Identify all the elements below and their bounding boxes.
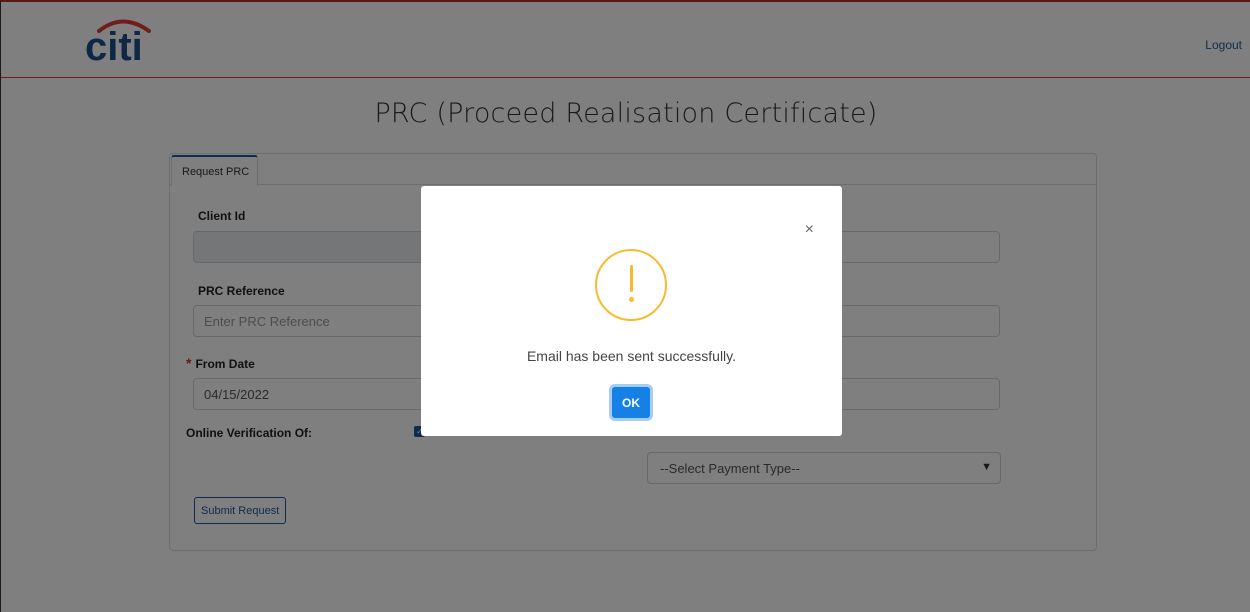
success-dialog: × Email has been sent successfully. OK [421,186,842,436]
dialog-message: Email has been sent successfully. [526,348,737,364]
warning-icon-dot [629,297,634,302]
warning-icon [595,249,667,321]
close-icon[interactable]: × [805,221,814,239]
warning-icon-bar [630,265,633,292]
ok-button[interactable]: OK [612,387,650,418]
